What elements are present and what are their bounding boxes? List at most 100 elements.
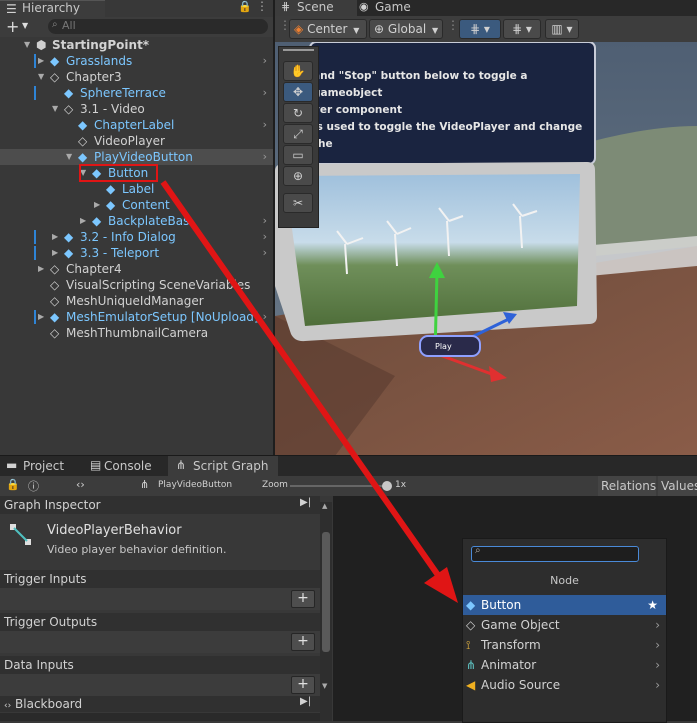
hierarchy-item[interactable]: ▶ ◆ Content [0, 197, 273, 213]
move-tool-icon[interactable]: ✥ [283, 82, 313, 102]
tab-hierarchy[interactable]: ☰ Hierarchy [0, 0, 105, 17]
hierarchy-item[interactable]: ▼ ◇ 3.1 - Video [0, 101, 273, 117]
grid-snap-button[interactable]: ⋕ ▾ [459, 19, 501, 39]
hierarchy-item[interactable]: ▶ ◆ MeshEmulatorSetup [NoUpload] › [0, 309, 273, 325]
scale-tool-icon[interactable]: ⤢ [283, 124, 313, 144]
graph-icon: ⋔ [140, 478, 150, 491]
collapse-panel-icon[interactable]: ▶| [300, 497, 311, 508]
collapse-arrow-icon[interactable]: ▶ [38, 309, 44, 325]
node-menu-item[interactable]: ⋔ Animator › [463, 655, 666, 675]
node-menu-item[interactable]: ⟟ Transform › [463, 635, 666, 655]
chevron-down-icon: ▼ [432, 26, 439, 35]
add-dropdown-icon[interactable]: ▼ [22, 21, 28, 30]
inspector-scrollbar-thumb[interactable] [322, 532, 330, 652]
gamepad-icon: ◉ [359, 0, 369, 13]
hierarchy-item[interactable]: ▶ ◆ 3.3 - Teleport › [0, 245, 273, 261]
expand-arrow-icon[interactable]: ▼ [38, 69, 44, 85]
hierarchy-item[interactable]: ▶ ◆ BackplateBas › [0, 213, 273, 229]
chevron-right-icon[interactable]: › [263, 149, 267, 165]
node-menu-item[interactable]: ◆ Button ★ [463, 595, 666, 615]
tab-script-graph[interactable]: ⋔ Script Graph [168, 456, 278, 476]
hierarchy-item[interactable]: ◆ SphereTerrace › [0, 85, 273, 101]
hierarchy-item[interactable]: ▶ ◆ Grasslands › [0, 53, 273, 69]
collapse-arrow-icon[interactable]: ▶ [80, 213, 86, 229]
lock-icon[interactable]: 🔒 [238, 0, 252, 13]
snap-increment-button[interactable]: ⋕ ▾ [503, 19, 541, 39]
hierarchy-item-label: StartingPoint* [52, 38, 150, 52]
expand-arrow-icon[interactable]: ▼ [52, 101, 58, 117]
tab-values[interactable]: Values [658, 476, 697, 496]
pivot-label: Center [307, 22, 348, 36]
code-icon[interactable]: ‹› [76, 478, 85, 491]
hierarchy-item[interactable]: ▶ ◇ Chapter4 [0, 261, 273, 277]
scroll-up-icon[interactable]: ▲ [322, 502, 327, 510]
hierarchy-item[interactable]: ◆ ChapterLabel › [0, 117, 273, 133]
collapse-arrow-icon[interactable]: ▶ [52, 229, 58, 245]
hierarchy-item[interactable]: ◇ VisualScripting SceneVariables [0, 277, 273, 293]
node-menu-item[interactable]: ◇ Game Object › [463, 615, 666, 635]
add-trigger-output-button[interactable]: + [291, 633, 315, 651]
chevron-right-icon: › [655, 658, 660, 672]
node-search-input[interactable]: ⌕ [471, 545, 639, 562]
favorite-star-icon[interactable]: ★ [647, 595, 658, 615]
gameobject-cube-icon: ◇ [64, 102, 74, 116]
hierarchy-item[interactable]: ◇ MeshUniqueIdManager [0, 293, 273, 309]
trigger-inputs-list [0, 588, 320, 610]
chevron-right-icon[interactable]: › [263, 309, 267, 325]
hierarchy-item[interactable]: ▼ ⬢ StartingPoint* [0, 37, 273, 53]
collapse-arrow-icon[interactable]: ▶ [38, 261, 44, 277]
tab-relations[interactable]: Relations [598, 476, 656, 496]
chevron-right-icon[interactable]: › [263, 85, 267, 101]
node-menu-item[interactable]: ◀ Audio Source › [463, 675, 666, 695]
tab-project[interactable]: ▬ Project [0, 456, 80, 476]
collapse-arrow-icon[interactable]: ▶ [38, 53, 44, 69]
hierarchy-item[interactable]: ◇ MeshThumbnailCamera [0, 325, 273, 341]
add-trigger-input-button[interactable]: + [291, 590, 315, 608]
rotate-tool-icon[interactable]: ↻ [283, 103, 313, 123]
zoom-slider[interactable] [290, 481, 392, 491]
hierarchy-item[interactable]: ▼ ◇ Chapter3 [0, 69, 273, 85]
tab-scene[interactable]: ⋕ Scene [275, 0, 357, 16]
expand-arrow-icon[interactable]: ▼ [66, 149, 72, 165]
hand-tool-icon[interactable]: ✋ [283, 61, 313, 81]
chevron-right-icon[interactable]: › [263, 53, 267, 69]
tab-game[interactable]: ◉ Game [357, 0, 427, 16]
breadcrumb-graph[interactable]: PlayVideoButton [158, 480, 232, 490]
inspector-scrollbar[interactable]: ▲ ▼ [320, 502, 332, 721]
expand-arrow-icon[interactable]: ▼ [24, 37, 30, 53]
custom-tool-icon[interactable]: ✂ [283, 193, 313, 213]
hierarchy-item[interactable]: ▼ ◆ PlayVideoButton › [0, 149, 273, 165]
collapse-arrow-icon[interactable]: ▶ [52, 245, 58, 261]
hierarchy-item[interactable]: ◇ VideoPlayer [0, 133, 273, 149]
chevron-right-icon[interactable]: › [263, 117, 267, 133]
transform-tool-icon[interactable]: ⊕ [283, 166, 313, 186]
add-button[interactable]: + [6, 17, 19, 36]
play-button-label[interactable]: Play [435, 342, 452, 351]
rect-tool-icon[interactable]: ▭ [283, 145, 313, 165]
pivot-dropdown[interactable]: ◈ Center ▼ [289, 19, 367, 39]
scene-view[interactable]: and "Stop" button below to toggle a game… [275, 16, 697, 456]
tab-console[interactable]: ▤ Console [84, 456, 164, 476]
info-icon[interactable]: ⓘ [28, 478, 39, 494]
ruler-button[interactable]: ▥ ▾ [545, 19, 579, 39]
scroll-down-icon[interactable]: ▼ [322, 682, 327, 690]
collapse-arrow-icon[interactable]: ▶ [94, 197, 100, 213]
graph-description: Video player behavior definition. [47, 543, 227, 556]
hierarchy-search-input[interactable]: ⌕ All [48, 19, 268, 34]
lock-icon[interactable]: 🔒 [6, 478, 20, 491]
space-dropdown[interactable]: ⊕ Global ▼ [369, 19, 443, 39]
hierarchy-item[interactable]: ▶ ◆ 3.2 - Info Dialog › [0, 229, 273, 245]
chevron-right-icon[interactable]: › [263, 229, 267, 245]
cube-icon: ◆ [466, 598, 476, 612]
prefab-cube-icon: ◆ [50, 54, 60, 68]
zoom-slider-thumb[interactable] [382, 481, 392, 491]
node-menu-item-label: Game Object [481, 618, 560, 632]
hierarchy-item[interactable]: ◆ Label [0, 181, 273, 197]
collapse-blackboard-icon[interactable]: ▶| [300, 696, 311, 707]
more-options-icon[interactable]: ⋮ [256, 0, 268, 13]
palette-handle[interactable] [283, 49, 314, 51]
prefab-cube-icon: ◆ [78, 150, 88, 164]
chevron-right-icon[interactable]: › [263, 245, 267, 261]
add-data-input-button[interactable]: + [291, 676, 315, 694]
chevron-right-icon[interactable]: › [263, 213, 267, 229]
